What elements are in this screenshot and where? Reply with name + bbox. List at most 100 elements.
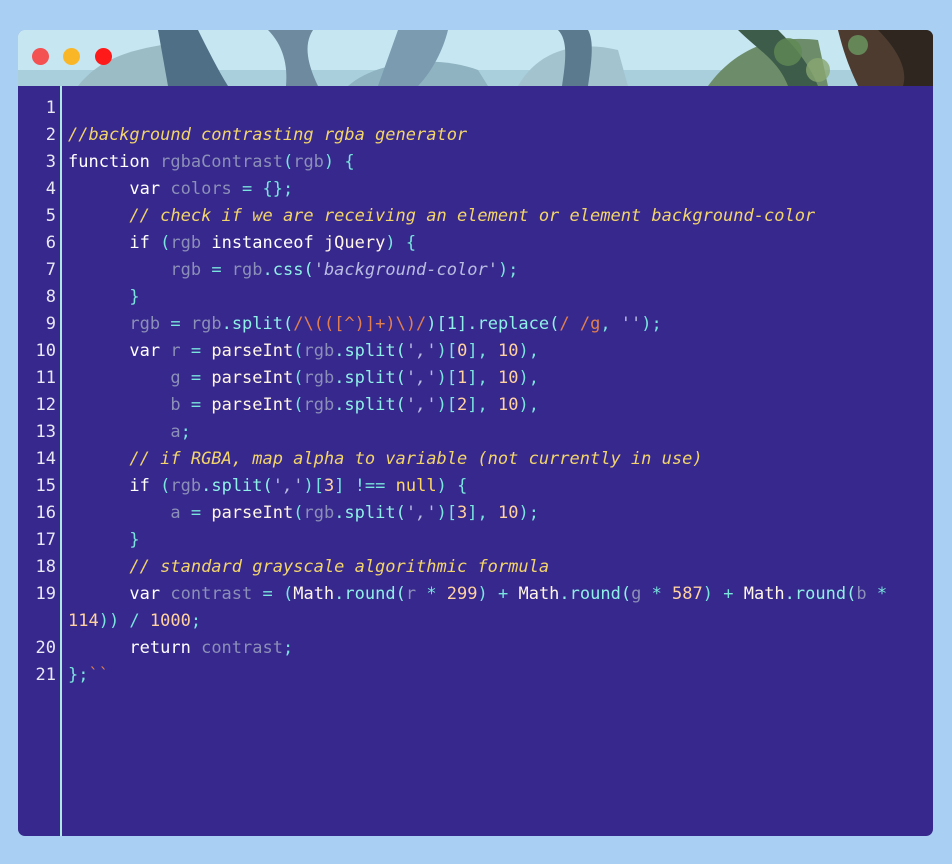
code-token: parseInt xyxy=(211,368,294,388)
code-token: rgb xyxy=(170,476,202,496)
code-token: ) + xyxy=(477,584,519,604)
minimize-button[interactable] xyxy=(63,48,80,65)
line-number: 11 xyxy=(35,368,56,388)
line-number: 3 xyxy=(45,152,56,172)
code-line: 19 var contrast = (Math.round(r * 299) +… xyxy=(18,581,933,608)
code-editor[interactable]: 1 2//background contrasting rgba generato… xyxy=(18,86,933,836)
code-token: '' xyxy=(620,314,642,334)
code-token: ( xyxy=(293,341,304,361)
code-line: 114)) / 1000; xyxy=(18,608,933,635)
code-token: 3 xyxy=(457,503,468,523)
code-token: ( xyxy=(293,395,304,415)
code-token: 10 xyxy=(498,503,519,523)
code-token: a xyxy=(170,503,181,523)
line-number: 5 xyxy=(45,206,56,226)
code-token: } xyxy=(129,287,140,307)
code-token: 299 xyxy=(446,584,478,604)
line-text: if (rgb.split(',')[3] !== null) { xyxy=(68,473,467,500)
code-window: 1 2//background contrasting rgba generato… xyxy=(18,30,933,836)
code-token: 3 xyxy=(323,476,335,496)
code-token: rgb xyxy=(303,368,335,388)
line-text: rgb = rgb.split(/\(([^)]+)\)/)[1].replac… xyxy=(68,311,662,338)
code-token: 'background-color' xyxy=(313,260,498,280)
code-token: null xyxy=(395,476,437,496)
maximize-button[interactable] xyxy=(95,48,112,65)
code-token: rgb xyxy=(303,503,335,523)
code-token: rgb xyxy=(170,233,202,253)
code-token: rgb xyxy=(231,260,263,280)
code-token: function xyxy=(68,152,161,172)
code-token: * xyxy=(416,584,447,604)
code-token: 0 xyxy=(457,341,468,361)
code-token: .split( xyxy=(334,395,406,415)
line-number: 2 xyxy=(45,125,56,145)
code-token: // if RGBA, map alpha to variable (not c… xyxy=(129,449,703,469)
code-token: if xyxy=(129,476,161,496)
code-token: colors xyxy=(170,179,232,199)
code-token: ',' xyxy=(405,368,437,388)
code-line: 1 xyxy=(18,95,933,122)
code-token: ], xyxy=(467,368,499,388)
code-token: .split( xyxy=(201,476,273,496)
code-token: ), xyxy=(518,368,539,388)
code-token: /\(([^)]+)\)/ xyxy=(293,314,427,334)
code-token: = xyxy=(201,260,232,280)
line-text: b = parseInt(rgb.split(',')[2], 10), xyxy=(68,392,539,419)
line-number: 20 xyxy=(35,638,56,658)
line-text: a; xyxy=(68,419,191,446)
code-token: rgb xyxy=(293,152,324,172)
code-token: 587 xyxy=(672,584,703,604)
line-number: 12 xyxy=(35,395,56,415)
code-token: r xyxy=(170,341,181,361)
code-token: * xyxy=(641,584,673,604)
code-token: rgb xyxy=(303,341,335,361)
code-token: .split( xyxy=(334,368,406,388)
code-line: 21};`` xyxy=(18,662,933,689)
code-line: 6 if (rgb instanceof jQuery) { xyxy=(18,230,933,257)
code-token: Math xyxy=(293,584,335,604)
code-token: )[ xyxy=(436,341,458,361)
code-token: ), xyxy=(518,341,539,361)
scenery-banner xyxy=(18,30,933,86)
line-text: // if RGBA, map alpha to variable (not c… xyxy=(68,446,703,473)
code-token: ); xyxy=(641,314,662,334)
code-line: 18 // standard grayscale algorithmic for… xyxy=(18,554,933,581)
code-token: //background contrasting rgba generator xyxy=(68,125,468,145)
code-token: b xyxy=(170,395,181,415)
code-token: 10 xyxy=(498,341,519,361)
code-token: jQuery xyxy=(323,233,386,253)
code-line: 9 rgb = rgb.split(/\(([^)]+)\)/)[1].repl… xyxy=(18,311,933,338)
code-token: )[ xyxy=(436,395,458,415)
code-token: = xyxy=(180,395,212,415)
line-text: var contrast = (Math.round(r * 299) + Ma… xyxy=(68,581,887,608)
code-token: var xyxy=(129,179,171,199)
line-text: rgb = rgb.css('background-color'); xyxy=(68,257,518,284)
code-token: * xyxy=(866,584,888,604)
code-token: rgb xyxy=(170,260,202,280)
code-token: ); xyxy=(497,260,519,280)
code-token: var xyxy=(129,341,171,361)
code-line: 16 a = parseInt(rgb.split(',')[3], 10); xyxy=(18,500,933,527)
line-text: // check if we are receiving an element … xyxy=(68,203,815,230)
code-token: ], xyxy=(467,341,499,361)
code-token: )[ xyxy=(436,368,458,388)
line-number: 18 xyxy=(35,557,56,577)
code-line: 20 return contrast; xyxy=(18,635,933,662)
code-lines: 1 2//background contrasting rgba generato… xyxy=(18,95,933,689)
code-token: Math xyxy=(518,584,560,604)
code-token: // standard grayscale algorithmic formul… xyxy=(129,557,550,577)
line-number: 10 xyxy=(35,341,56,361)
code-token: parseInt xyxy=(211,503,294,523)
close-button[interactable] xyxy=(32,48,49,65)
line-number: 8 xyxy=(45,287,56,307)
code-token: .round( xyxy=(784,584,857,604)
code-token: rgb xyxy=(303,395,335,415)
code-token: ',' xyxy=(405,341,437,361)
line-number: 13 xyxy=(35,422,56,442)
